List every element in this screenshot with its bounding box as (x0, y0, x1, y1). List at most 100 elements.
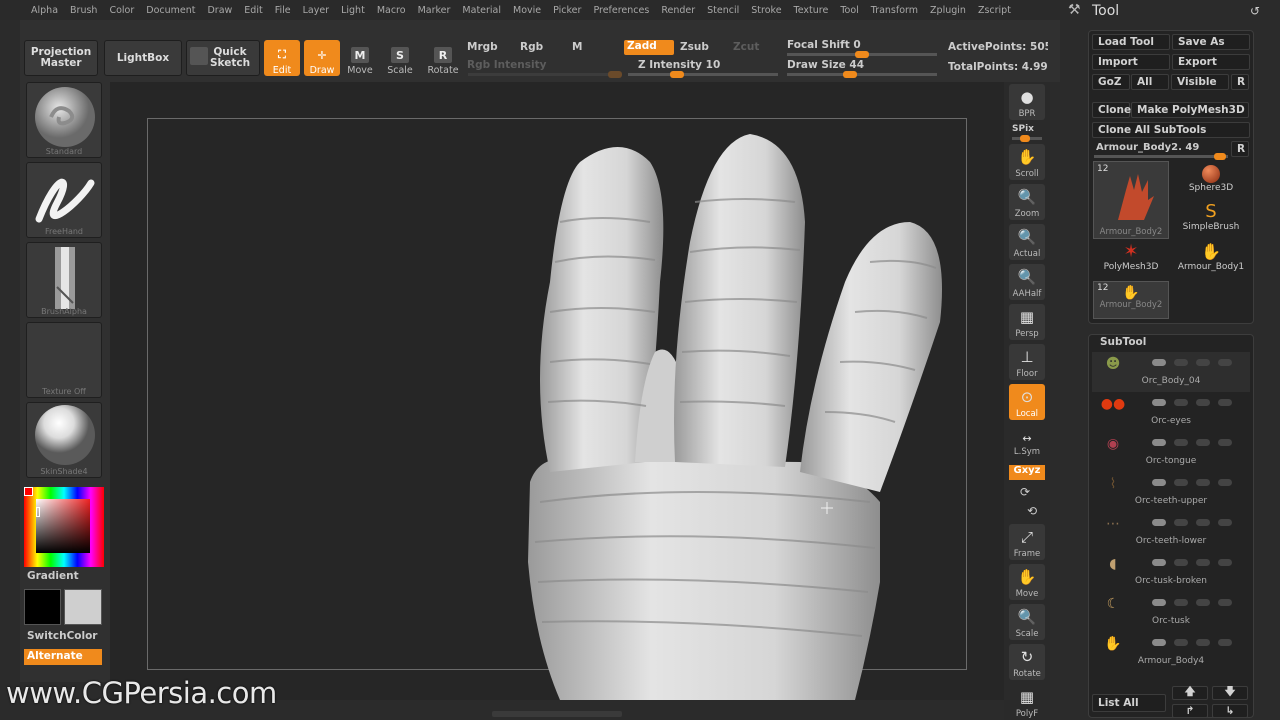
zcut-button[interactable]: Zcut (733, 41, 759, 53)
move-up-button[interactable]: 🡅 (1172, 686, 1208, 700)
z-intensity-handle[interactable] (670, 71, 684, 78)
scale-view-button[interactable]: 🔍 Scale (1009, 604, 1045, 640)
alpha-selector[interactable]: BrushAlpha (26, 242, 102, 318)
make-polymesh-button[interactable]: Make PolyMesh3D (1131, 102, 1249, 118)
subtool-toggles[interactable] (1152, 557, 1248, 567)
move-view-button[interactable]: ✋ Move (1009, 564, 1045, 600)
sculpt-model-glove[interactable] (110, 82, 1008, 700)
export-button[interactable]: Export (1172, 54, 1250, 70)
menu-preferences[interactable]: Preferences (587, 5, 655, 16)
subtool-toggles[interactable] (1152, 357, 1248, 367)
menu-picker[interactable]: Picker (547, 5, 587, 16)
persp-button[interactable]: ▦ Persp (1009, 304, 1045, 340)
frame-button[interactable]: ⤢ Frame (1009, 524, 1045, 560)
menu-document[interactable]: Document (140, 5, 201, 16)
focal-shift-slider[interactable]: Focal Shift 0 (787, 39, 861, 51)
material-selector[interactable]: SkinShade4 (26, 402, 102, 478)
load-tool-button[interactable]: Load Tool (1092, 34, 1170, 50)
zadd-button[interactable]: Zadd (624, 40, 674, 55)
z-intensity-slider[interactable]: Z Intensity 10 (638, 59, 720, 71)
m-button[interactable]: M (572, 41, 582, 53)
subtool-toggles[interactable] (1152, 597, 1248, 607)
gxyz-button[interactable]: Gxyz (1009, 465, 1045, 480)
tool-palette-title[interactable]: Tool (1092, 3, 1119, 19)
local-button[interactable]: ⊙ Local (1009, 384, 1045, 420)
menu-material[interactable]: Material (456, 5, 507, 16)
edit-mode-button[interactable]: ⛶ Edit (264, 40, 300, 76)
scroll-button[interactable]: ✋ Scroll (1009, 144, 1045, 180)
subtool-row[interactable]: ◉ Orc-tongue (1092, 432, 1250, 472)
rgb-intensity-handle[interactable] (608, 71, 622, 78)
polyf-button[interactable]: ▦ PolyF (1009, 684, 1045, 720)
tool-thumb-armour-body2b[interactable]: 12 ✋ Armour_Body2 (1093, 281, 1169, 319)
stroke-selector[interactable]: FreeHand (26, 162, 102, 238)
subtool-row[interactable]: ⌇ Orc-teeth-upper (1092, 472, 1250, 512)
tool-thumb-simplebrush[interactable]: S SimpleBrush (1172, 202, 1250, 240)
menu-draw[interactable]: Draw (201, 5, 238, 16)
draw-mode-button[interactable]: ✛ Draw (304, 40, 340, 76)
tool-thumb-sphere3d[interactable]: Sphere3D (1172, 163, 1250, 199)
current-tool-slider[interactable]: Armour_Body2. 49 (1096, 142, 1199, 153)
clone-button[interactable]: Clone (1092, 102, 1131, 118)
aahalf-button[interactable]: 🔍 AAHalf (1009, 264, 1045, 300)
menu-alpha[interactable]: Alpha (25, 5, 64, 16)
bpr-button[interactable]: ● BPR (1009, 84, 1045, 120)
main-color-swatch[interactable] (24, 589, 61, 625)
subtool-row[interactable]: ☾ Orc-tusk (1092, 592, 1250, 632)
subtool-toggles[interactable] (1152, 477, 1248, 487)
subtool-row[interactable]: ◖ Orc-tusk-broken (1092, 552, 1250, 592)
alternate-button[interactable]: Alternate (24, 649, 102, 665)
menu-movie[interactable]: Movie (507, 5, 547, 16)
tool-thumb-armour-body1[interactable]: ✋ Armour_Body1 (1172, 242, 1250, 280)
menu-color[interactable]: Color (103, 5, 140, 16)
menu-zscript[interactable]: Zscript (972, 5, 1017, 16)
spix-track[interactable] (1012, 135, 1042, 142)
zoom-button[interactable]: 🔍 Zoom (1009, 184, 1045, 220)
tool-r-button[interactable]: R (1231, 141, 1249, 157)
spix-slider[interactable]: SPix (1012, 124, 1034, 134)
subtool-toggles[interactable] (1152, 517, 1248, 527)
merge-up-button[interactable]: ↱ (1172, 704, 1208, 718)
rgb-button[interactable]: Rgb (520, 41, 543, 53)
draw-size-slider[interactable]: Draw Size 44 (787, 59, 864, 71)
subtool-toggles[interactable] (1152, 397, 1248, 407)
menu-stroke[interactable]: Stroke (745, 5, 787, 16)
goz-all-button[interactable]: All (1131, 74, 1169, 90)
import-button[interactable]: Import (1092, 54, 1170, 70)
merge-down-button[interactable]: ↳ (1212, 704, 1248, 718)
clone-all-subtools-button[interactable]: Clone All SubTools (1092, 122, 1250, 138)
lightbox-button[interactable]: LightBox (104, 40, 182, 76)
z-intensity-track[interactable] (628, 71, 778, 78)
menu-render[interactable]: Render (655, 5, 701, 16)
actual-button[interactable]: 🔍 Actual (1009, 224, 1045, 260)
draw-size-track[interactable] (787, 71, 937, 78)
menu-tool[interactable]: Tool (834, 5, 864, 16)
projection-master-button[interactable]: Projection Master (24, 40, 98, 76)
lsym-button[interactable]: ↔ L.Sym (1009, 430, 1045, 458)
spix-handle[interactable] (1020, 135, 1030, 142)
current-tool-handle[interactable] (1214, 153, 1226, 160)
rotate-y-icon[interactable]: ⟳ (1020, 485, 1030, 499)
subtool-row[interactable]: ●● Orc-eyes (1092, 392, 1250, 432)
subtool-row[interactable]: ✋ Armour_Body4 (1092, 632, 1250, 672)
subtool-header[interactable]: SubTool (1100, 336, 1146, 348)
menu-edit[interactable]: Edit (238, 5, 268, 16)
tool-thumb-armour-body2[interactable]: 12 Armour_Body2 (1093, 161, 1169, 239)
rgb-intensity-slider[interactable]: Rgb Intensity (467, 59, 546, 71)
bottom-tray-handle[interactable] (492, 711, 622, 717)
draw-size-handle[interactable] (843, 71, 857, 78)
current-tool-track[interactable] (1094, 153, 1228, 160)
menu-layer[interactable]: Layer (297, 5, 336, 16)
focal-shift-track[interactable] (787, 51, 937, 58)
menu-light[interactable]: Light (335, 5, 371, 16)
focal-shift-handle[interactable] (855, 51, 869, 58)
menu-marker[interactable]: Marker (412, 5, 457, 16)
color-picker-square[interactable] (36, 499, 90, 553)
menu-transform[interactable]: Transform (865, 5, 924, 16)
texture-selector[interactable]: Texture Off (26, 322, 102, 398)
menu-stencil[interactable]: Stencil (701, 5, 745, 16)
rgb-intensity-track[interactable] (468, 71, 622, 78)
subtool-row[interactable]: ☻ Orc_Body_04 (1092, 352, 1250, 392)
brush-selector[interactable]: Standard (26, 82, 102, 158)
mrgb-button[interactable]: Mrgb (467, 41, 498, 53)
